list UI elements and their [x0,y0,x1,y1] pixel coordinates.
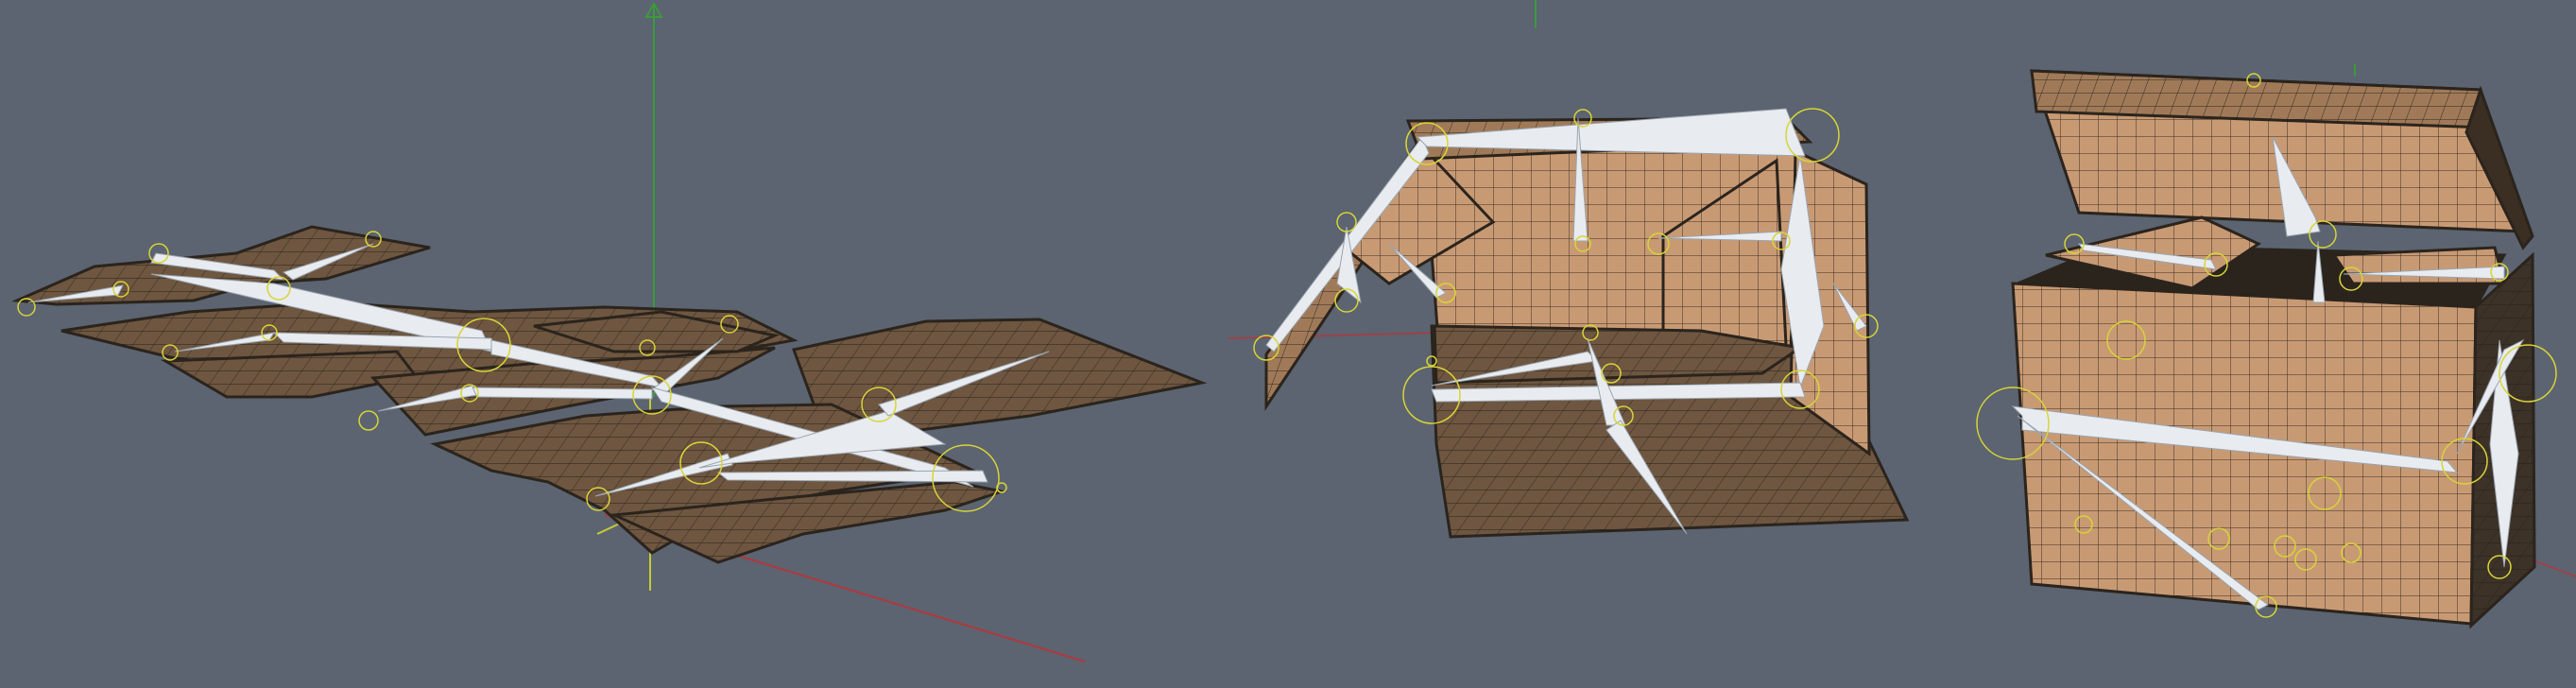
folded-box-mesh[interactable] [2011,69,2536,629]
joint-ring-icon[interactable] [1334,288,1359,313]
scene-canvas[interactable] [0,0,2576,688]
joint-ring-icon[interactable] [2309,220,2337,249]
joint-ring-icon[interactable] [358,410,379,431]
partially-folded-box[interactable] [1253,108,1910,539]
bone[interactable] [716,470,988,483]
folded-box[interactable] [1976,69,2557,629]
3d-viewport[interactable] [0,0,2576,688]
net-panel[interactable] [160,350,419,399]
bone[interactable] [472,387,653,400]
front-face[interactable] [2011,282,2478,626]
flat-unfolded-box[interactable] [11,225,1208,564]
